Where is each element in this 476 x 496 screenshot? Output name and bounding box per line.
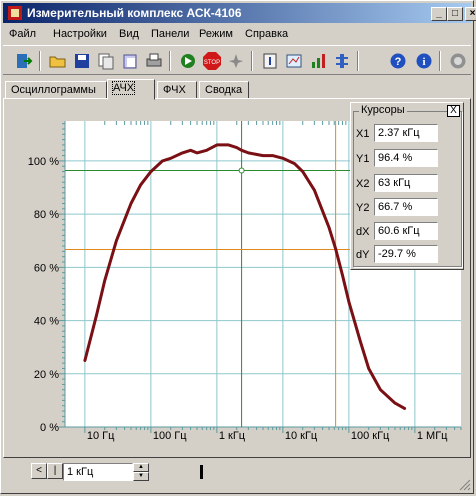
- spin-down-icon[interactable]: ▼: [133, 472, 149, 481]
- cursor-row-y1: Y1 96.4 %: [354, 149, 460, 169]
- cursor-row-x1: X1 2.37 кГц: [354, 124, 460, 144]
- svg-text:STOP: STOP: [204, 60, 220, 66]
- tab-summary[interactable]: Сводка: [199, 81, 249, 99]
- cursor-row-x2: X2 63 кГц: [354, 174, 460, 194]
- record-icon[interactable]: [447, 50, 469, 72]
- tab-afc[interactable]: АЧХ: [107, 79, 155, 100]
- stop-icon[interactable]: STOP: [201, 50, 223, 72]
- paste-icon[interactable]: [119, 50, 141, 72]
- open-folder-icon[interactable]: [47, 50, 69, 72]
- spin-up-icon[interactable]: ▲: [133, 463, 149, 472]
- title-bar: Измерительный комплекс АСК-4106 _ □ ×: [3, 3, 476, 23]
- tab-oscillograms[interactable]: Осциллограммы: [5, 81, 107, 99]
- x-tick-label: 10 Гц: [87, 430, 115, 442]
- zoom-input[interactable]: 1 кГц: [63, 463, 133, 481]
- minimize-button[interactable]: _: [431, 7, 447, 21]
- svg-text:?: ?: [395, 56, 402, 68]
- copy-icon[interactable]: [95, 50, 117, 72]
- scroll-left-button[interactable]: <: [31, 463, 47, 479]
- print-icon[interactable]: [143, 50, 165, 72]
- x-tick-label: 10 кГц: [285, 430, 318, 442]
- tab-strip: Осциллограммы АЧХ ФЧХ Сводка: [3, 79, 471, 100]
- svg-text:i: i: [422, 56, 425, 68]
- toolbar-separator: [251, 51, 253, 71]
- x-tick-label: 100 кГц: [351, 430, 390, 442]
- x-tick-label: 100 Гц: [153, 430, 187, 442]
- toolbar-separator: [357, 51, 359, 71]
- menu-panels[interactable]: Панели: [151, 28, 189, 40]
- cursor-x1-value[interactable]: 2.37 кГц: [374, 124, 438, 142]
- zoom-spinner[interactable]: ▲ ▼: [133, 463, 149, 481]
- cursor-dy-value[interactable]: -29.7 %: [374, 245, 438, 263]
- info-panel-icon[interactable]: [259, 50, 281, 72]
- cursors-title: Курсоры: [359, 104, 407, 116]
- menu-file[interactable]: Файл: [9, 28, 36, 40]
- toolbar-separator: [439, 51, 441, 71]
- cursors-close-button[interactable]: X: [447, 105, 460, 117]
- save-icon[interactable]: [71, 50, 93, 72]
- menu-bar: Файл Настройки Вид Панели Режим Справка: [3, 25, 471, 43]
- y-tick-label: 100 %: [28, 156, 59, 168]
- app-icon: [7, 5, 23, 21]
- maximize-button[interactable]: □: [447, 7, 463, 21]
- y-tick-label: 20 %: [34, 369, 59, 381]
- toolbar-separator: [39, 51, 41, 71]
- about-icon[interactable]: i: [413, 50, 435, 72]
- menu-mode[interactable]: Режим: [199, 28, 233, 40]
- y-tick-label: 40 %: [34, 316, 59, 328]
- y-tick-label: 60 %: [34, 262, 59, 274]
- cursor1-point: [238, 167, 245, 174]
- signal-icon[interactable]: [307, 50, 329, 72]
- close-button[interactable]: ×: [465, 7, 476, 21]
- exit-icon[interactable]: [13, 50, 35, 72]
- cursor-dx-value[interactable]: 60.6 кГц: [374, 222, 438, 240]
- cursor-x2-value[interactable]: 63 кГц: [374, 174, 438, 192]
- single-run-icon[interactable]: [225, 50, 247, 72]
- cursors-panel: Курсоры X X1 2.37 кГц Y1 96.4 % X2 63 кГц Y…: [350, 102, 464, 270]
- window-title: Измерительный комплекс АСК-4106: [27, 6, 242, 20]
- bottom-bar: < | 1 кГц ▲ ▼: [3, 459, 471, 493]
- cursor-row-dx: dX 60.6 кГц: [354, 222, 460, 242]
- x-tick-label: 1 кГц: [219, 430, 246, 442]
- toolbar-separator: [169, 51, 171, 71]
- y-tick-label: 0 %: [40, 422, 59, 434]
- position-marker[interactable]: [200, 465, 203, 479]
- menu-help[interactable]: Справка: [245, 28, 288, 40]
- scroll-right-button[interactable]: |: [47, 463, 63, 479]
- help-icon[interactable]: ?: [387, 50, 409, 72]
- y-tick-label: 80 %: [34, 209, 59, 221]
- resize-grip-icon[interactable]: [459, 479, 471, 491]
- cursor-y1-value[interactable]: 96.4 %: [374, 149, 438, 167]
- main-window: Измерительный комплекс АСК-4106 _ □ × Фа…: [0, 0, 476, 494]
- settings-icon[interactable]: [283, 50, 305, 72]
- cursor-row-y2: Y2 66.7 %: [354, 198, 460, 218]
- cursor-y2-value[interactable]: 66.7 %: [374, 198, 438, 216]
- tab-pfc[interactable]: ФЧХ: [157, 81, 197, 99]
- run-icon[interactable]: [177, 50, 199, 72]
- menu-settings[interactable]: Настройки: [53, 28, 107, 40]
- toolbar: STOP ? i: [3, 45, 471, 75]
- filter-icon[interactable]: [331, 50, 353, 72]
- cursor-row-dy: dY -29.7 %: [354, 245, 460, 265]
- menu-view[interactable]: Вид: [119, 28, 139, 40]
- x-tick-label: 1 МГц: [417, 430, 448, 442]
